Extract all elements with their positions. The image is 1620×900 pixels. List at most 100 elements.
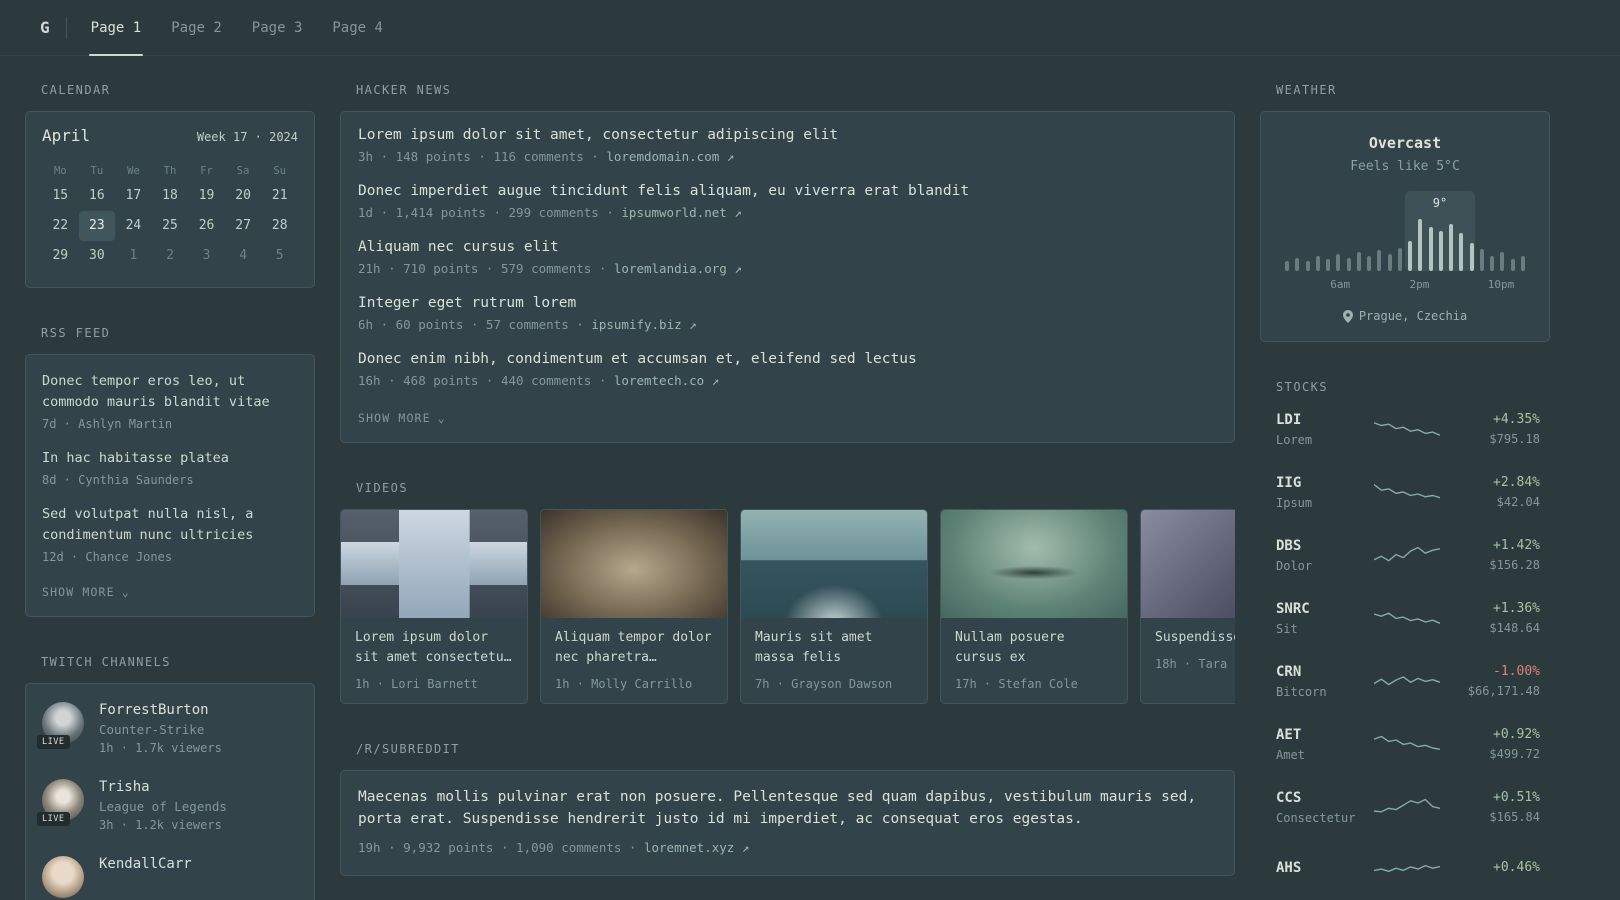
calendar-day[interactable]: 21 bbox=[261, 181, 298, 211]
video-title[interactable]: Mauris sit amet massa felis bbox=[755, 630, 872, 665]
stock-row[interactable]: IIG Ipsum +2.84% $42.04 bbox=[1260, 471, 1550, 513]
video-title[interactable]: Suspendisse diam bbox=[1155, 630, 1235, 645]
calendar-day[interactable]: 15 bbox=[42, 181, 79, 211]
video-card[interactable]: Lorem ipsum dolor sit amet consectetu… 1… bbox=[340, 509, 528, 705]
rss-show-more-button[interactable]: SHOW MORE ⌄ bbox=[42, 585, 130, 599]
weather-hour-bar bbox=[1336, 254, 1341, 271]
calendar-day[interactable]: 5 bbox=[261, 241, 298, 271]
stock-row[interactable]: AET Amet +0.92% $499.72 bbox=[1260, 723, 1550, 765]
calendar-day[interactable]: 19 bbox=[188, 181, 225, 211]
stock-name: Consectetur bbox=[1276, 810, 1356, 825]
stock-row[interactable]: CRN Bitcorn -1.00% $66,171.48 bbox=[1260, 660, 1550, 702]
story-title[interactable]: Donec imperdiet augue tincidunt felis al… bbox=[358, 183, 969, 199]
story-title[interactable]: Lorem ipsum dolor sit amet, consectetur … bbox=[358, 127, 838, 143]
story-title[interactable]: Donec enim nibh, condimentum et accumsan… bbox=[358, 351, 917, 367]
channel-name[interactable]: ForrestBurton bbox=[99, 702, 209, 718]
stock-row[interactable]: DBS Dolor +1.42% $156.28 bbox=[1260, 534, 1550, 576]
weather-hourly-chart: 9° bbox=[1285, 191, 1525, 271]
stock-symbol[interactable]: DBS bbox=[1276, 538, 1301, 554]
page-tab[interactable]: Page 1 bbox=[88, 0, 144, 56]
video-card[interactable]: Suspendisse diam 18h · Tara bbox=[1140, 509, 1235, 705]
page-tab[interactable]: Page 2 bbox=[169, 0, 224, 55]
story-domain-link[interactable]: loremlandia.org ↗ bbox=[614, 261, 742, 276]
calendar-day[interactable]: 28 bbox=[261, 211, 298, 241]
rss-item-title[interactable]: Donec tempor eros leo, ut commodo mauris… bbox=[42, 373, 270, 410]
page-tab[interactable]: Page 4 bbox=[330, 0, 385, 55]
video-thumbnail[interactable] bbox=[741, 510, 927, 618]
app-logo[interactable]: G bbox=[25, 18, 66, 37]
calendar-day[interactable]: 3 bbox=[188, 241, 225, 271]
video-thumbnail[interactable] bbox=[541, 510, 727, 618]
twitch-channel-row[interactable]: KendallCarr bbox=[42, 855, 298, 898]
video-thumbnail[interactable] bbox=[341, 510, 527, 618]
stock-row[interactable]: SNRC Sit +1.36% $148.64 bbox=[1260, 597, 1550, 639]
stock-symbol[interactable]: AET bbox=[1276, 727, 1301, 743]
calendar-day[interactable]: 2 bbox=[152, 241, 189, 271]
weekday-label: Mo bbox=[53, 165, 67, 177]
calendar-day[interactable]: 18 bbox=[152, 181, 189, 211]
stock-symbol[interactable]: AHS bbox=[1276, 860, 1301, 876]
story-domain-link[interactable]: ipsumify.biz ↗ bbox=[591, 317, 696, 332]
stock-symbol[interactable]: CCS bbox=[1276, 790, 1301, 806]
stock-row[interactable]: CCS Consectetur +0.51% $165.84 bbox=[1260, 786, 1550, 828]
twitch-channel-row[interactable]: LIVE ForrestBurton Counter-Strike 1h · 1… bbox=[37, 701, 298, 755]
video-thumbnail[interactable] bbox=[1141, 510, 1235, 618]
calendar-day[interactable]: 26 bbox=[188, 211, 225, 241]
stock-symbol[interactable]: IIG bbox=[1276, 475, 1301, 491]
hackernews-show-more-button[interactable]: SHOW MORE ⌄ bbox=[358, 411, 446, 425]
rss-item: Donec tempor eros leo, ut commodo mauris… bbox=[42, 371, 298, 431]
nav-divider bbox=[65, 16, 67, 39]
stock-sparkline bbox=[1374, 479, 1440, 505]
weather-hour-bar bbox=[1367, 256, 1371, 271]
top-nav: G Page 1 Page 2 Page 3 Page 4 bbox=[0, 0, 1620, 56]
weather-hour-bar bbox=[1285, 261, 1289, 271]
calendar-day[interactable]: 27 bbox=[225, 211, 262, 241]
stock-symbol[interactable]: SNRC bbox=[1276, 601, 1310, 617]
video-card[interactable]: Aliquam tempor dolor nec pharetra… 1h · … bbox=[540, 509, 728, 705]
post-title[interactable]: Maecenas mollis pulvinar erat non posuer… bbox=[358, 789, 1196, 827]
calendar-day[interactable]: 16 bbox=[79, 181, 116, 211]
video-title[interactable]: Nullam posuere cursus ex bbox=[955, 630, 1065, 665]
twitch-channel-row[interactable]: LIVE Trisha League of Legends 3h · 1.2k … bbox=[37, 778, 298, 832]
rss-item-title[interactable]: Sed volutpat nulla nisl, a condimentum n… bbox=[42, 506, 253, 543]
video-card[interactable]: Mauris sit amet massa felis 7h · Grayson… bbox=[740, 509, 928, 705]
calendar-day[interactable]: 20 bbox=[225, 181, 262, 211]
story-title[interactable]: Integer eget rutrum lorem bbox=[358, 295, 576, 311]
calendar-day[interactable]: 23 bbox=[78, 211, 116, 241]
channel-info: ForrestBurton Counter-Strike 1h · 1.7k v… bbox=[99, 702, 222, 755]
calendar-day[interactable]: 25 bbox=[152, 211, 189, 241]
story-domain-link[interactable]: loremtech.co ↗ bbox=[614, 373, 719, 388]
page-tab[interactable]: Page 3 bbox=[250, 0, 305, 55]
post-domain-link[interactable]: loremnet.xyz ↗ bbox=[644, 840, 749, 855]
chevron-down-icon: ⌄ bbox=[437, 411, 447, 425]
story-domain-link[interactable]: ipsumworld.net ↗ bbox=[621, 205, 741, 220]
calendar-day[interactable]: 22 bbox=[42, 211, 79, 241]
story-title[interactable]: Aliquam nec cursus elit bbox=[358, 239, 559, 255]
show-more-label: SHOW MORE bbox=[358, 411, 431, 425]
middle-column: HACKER NEWS Lorem ipsum dolor sit amet, … bbox=[340, 83, 1235, 900]
stock-row[interactable]: LDI Lorem +4.35% $795.18 bbox=[1260, 408, 1550, 450]
calendar-day[interactable]: 4 bbox=[225, 241, 262, 271]
weather-hour-bar bbox=[1346, 258, 1351, 271]
calendar-day[interactable]: 17 bbox=[115, 181, 152, 211]
calendar-day[interactable]: 29 bbox=[42, 241, 79, 271]
rss-item: In hac habitasse platea 8d · Cynthia Sau… bbox=[42, 448, 298, 487]
weather-hour-bar bbox=[1428, 227, 1433, 271]
external-link-icon: ↗ bbox=[734, 261, 742, 276]
channel-name[interactable]: Trisha bbox=[99, 779, 150, 795]
story-domain-link[interactable]: loremdomain.com ↗ bbox=[606, 149, 734, 164]
channel-name[interactable]: KendallCarr bbox=[99, 856, 192, 872]
video-thumbnail[interactable] bbox=[941, 510, 1127, 618]
calendar-day[interactable]: 1 bbox=[115, 241, 152, 271]
video-title[interactable]: Aliquam tempor dolor nec pharetra… bbox=[555, 630, 712, 665]
stock-row[interactable]: AHS +0.46% bbox=[1260, 849, 1550, 891]
stock-symbol[interactable]: CRN bbox=[1276, 664, 1301, 680]
calendar-day[interactable]: 30 bbox=[79, 241, 116, 271]
calendar-day[interactable]: 24 bbox=[115, 211, 152, 241]
stock-symbol[interactable]: LDI bbox=[1276, 412, 1301, 428]
video-card[interactable]: Nullam posuere cursus ex 17h · Stefan Co… bbox=[940, 509, 1128, 705]
rss-item-title[interactable]: In hac habitasse platea bbox=[42, 450, 229, 466]
video-title[interactable]: Lorem ipsum dolor sit amet consectetu… bbox=[355, 630, 512, 665]
weekday-label: Fr bbox=[200, 165, 213, 177]
subreddit-post: Maecenas mollis pulvinar erat non posuer… bbox=[358, 787, 1217, 855]
